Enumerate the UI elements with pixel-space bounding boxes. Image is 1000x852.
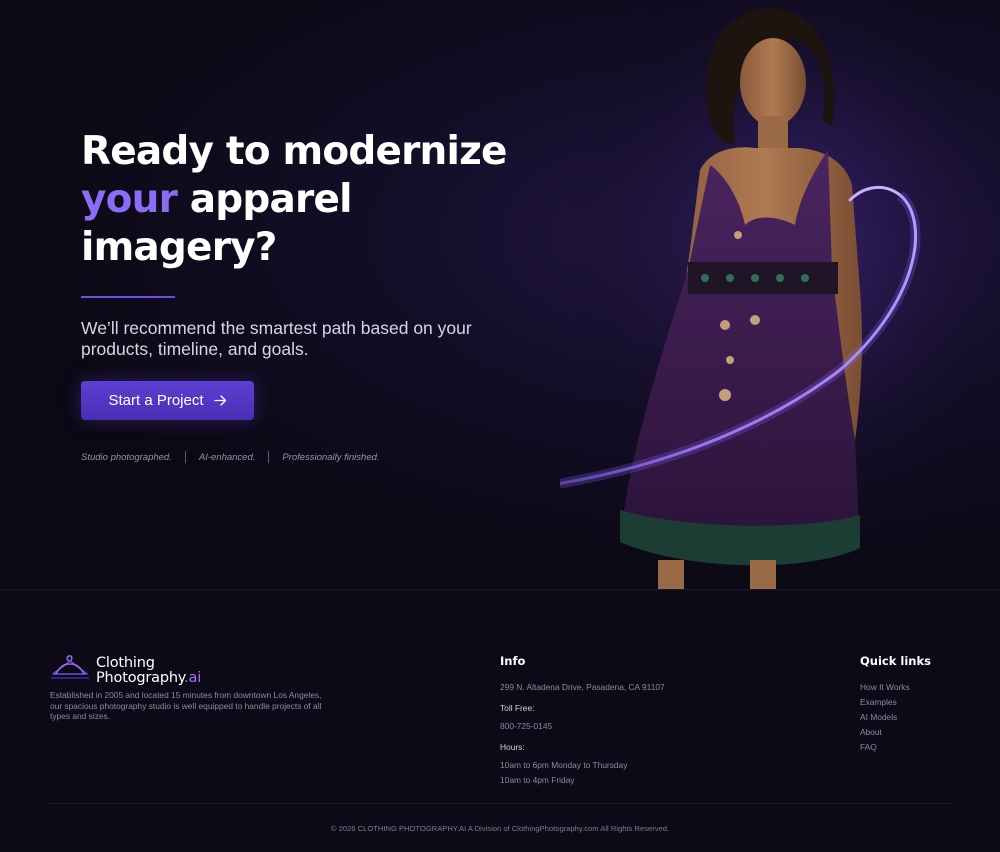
headline-divider [81, 296, 175, 298]
start-project-button[interactable]: Start a Project [81, 381, 254, 420]
footer-about-text: Established in 2005 and located 15 minut… [50, 690, 322, 721]
quick-link-faq[interactable]: FAQ [860, 742, 877, 752]
headline-line-2: apparel [177, 177, 353, 222]
hero-model-image [560, 0, 1000, 589]
info-phone[interactable]: 800-725-0145 [500, 721, 552, 731]
quick-link-how-it-works[interactable]: How It Works [860, 682, 910, 692]
tag-studio: Studio photographed. [81, 451, 172, 463]
site-footer: Clothing Photography.ai Established in 2… [0, 589, 1000, 852]
tag-separator [184, 451, 186, 463]
info-heading: Info [500, 654, 526, 668]
copyright-text: © 2026 CLOTHING PHOTOGRAPHY.AI A Divisio… [330, 824, 670, 833]
hero-section: Ready to modernize your apparel imagery?… [0, 0, 1000, 589]
hours-line-2: 10am to 4pm Friday [500, 775, 575, 785]
quick-link-examples[interactable]: Examples [860, 697, 897, 707]
quick-link-about[interactable]: About [860, 727, 882, 737]
info-address: 299 N. Altadena Drive, Pasadena, CA 9110… [500, 682, 665, 692]
hero-tagline: Studio photographed. AI-enhanced. Profes… [81, 451, 380, 463]
headline-line-1: Ready to modernize [81, 129, 507, 174]
hero-copy: Ready to modernize your apparel imagery?… [81, 128, 521, 360]
arrow-right-icon [213, 395, 227, 406]
hours-label: Hours: [500, 742, 525, 752]
start-project-label: Start a Project [108, 392, 204, 409]
brand-name: Clothing Photography.ai [96, 654, 202, 686]
brand-logo[interactable]: Clothing Photography.ai [50, 652, 201, 689]
brand-line-2: Photography [96, 669, 185, 686]
headline-line-3: imagery? [81, 225, 277, 270]
quick-links-heading: Quick links [860, 654, 931, 668]
headline-accent-word: your [81, 177, 178, 222]
tag-finished: Professionally finished. [282, 451, 380, 463]
tag-separator [268, 451, 270, 463]
quick-link-ai-models[interactable]: AI Models [860, 712, 897, 722]
hero-headline: Ready to modernize your apparel imagery? [81, 128, 521, 272]
footer-divider [50, 803, 950, 804]
toll-free-label: Toll Free: [500, 703, 535, 713]
hanger-logo-icon [50, 652, 90, 689]
hero-subtext: We’ll recommend the smartest path based … [81, 318, 472, 359]
hours-line-1: 10am to 6pm Monday to Thursday [500, 760, 628, 770]
tag-ai: AI-enhanced. [198, 451, 256, 463]
brand-suffix: .ai [184, 669, 202, 686]
brand-line-1: Clothing [96, 654, 155, 671]
